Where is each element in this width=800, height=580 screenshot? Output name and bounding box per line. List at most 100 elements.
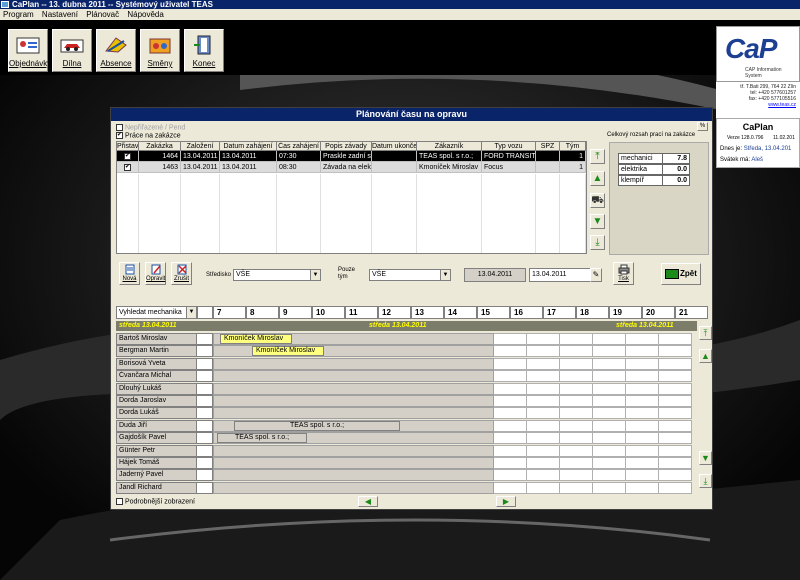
schedule-slot[interactable] (197, 370, 213, 383)
schedule-after-hours[interactable] (494, 457, 692, 469)
col-description[interactable]: Popis závady (321, 142, 372, 150)
schedule-slot[interactable] (197, 432, 213, 445)
table-row[interactable]: ✔ 1464 13.04.2011 13.04.2011 07:30 Prask… (117, 151, 586, 162)
menu-settings[interactable]: Nastavení (39, 9, 81, 20)
scroll-top-button[interactable]: ⤒ (699, 326, 712, 340)
scroll-left-button[interactable]: ◀ (358, 496, 378, 507)
detail-view-checkbox-row[interactable]: Podrobnější zobrazení (116, 498, 195, 505)
schedule-work-hours[interactable] (213, 382, 494, 395)
mechanic-row[interactable]: Gajdošík Pavel TEAS spol. s r.o.; (116, 432, 697, 445)
schedule-slot[interactable] (197, 382, 213, 395)
schedule-after-hours[interactable] (494, 382, 692, 395)
cancel-button[interactable]: Zrušit (171, 262, 192, 285)
col-team[interactable]: Tým (560, 142, 586, 150)
unassigned-checkbox[interactable] (116, 124, 123, 131)
back-button[interactable]: Zpět (661, 263, 701, 285)
workshop-button[interactable]: Dílna (52, 29, 92, 72)
schedule-after-hours[interactable] (494, 481, 692, 494)
schedule-slot[interactable] (197, 444, 213, 457)
col-arrived[interactable]: Přistaveno (117, 142, 139, 150)
scheduled-task[interactable]: TEAS spol. s r.o.; (234, 420, 400, 431)
scroll-down-button[interactable]: ▼ (699, 451, 712, 465)
website-link[interactable]: www.teas.cz (716, 102, 796, 108)
mechanic-row[interactable]: Jandl Richard (116, 481, 697, 494)
schedule-slot[interactable] (197, 395, 213, 407)
mechanic-row[interactable]: Bartoš Miroslav Kmoníček Miroslav (116, 333, 697, 345)
mechanic-row[interactable]: Dorda Jaroslav (116, 395, 697, 407)
schedule-slot[interactable] (197, 419, 213, 432)
col-created[interactable]: Založení (181, 142, 220, 150)
schedule-after-hours[interactable] (494, 444, 692, 457)
menu-help[interactable]: Nápověda (124, 9, 166, 20)
mechanic-search-select[interactable]: Vyhledat mechanika ▼ (116, 306, 197, 319)
move-bottom-button[interactable]: ⤓ (590, 235, 605, 250)
scheduled-task[interactable]: Kmoníček Miroslav (220, 334, 292, 344)
schedule-after-hours[interactable] (494, 407, 692, 420)
menu-planner[interactable]: Plánovač (83, 9, 122, 20)
schedule-after-hours[interactable] (494, 419, 692, 432)
mechanic-row[interactable]: Hájek Tomáš (116, 457, 697, 469)
scheduled-task[interactable]: TEAS spol. s r.o.; (217, 433, 307, 444)
schedule-work-hours[interactable] (213, 357, 494, 370)
mechanic-row[interactable]: Günter Petr (116, 444, 697, 457)
schedule-work-hours[interactable] (213, 407, 494, 420)
mechanic-row[interactable]: Dorda Lukáš (116, 407, 697, 420)
schedule-slot[interactable] (197, 469, 213, 482)
table-row[interactable]: ✔ 1463 13.04.2011 13.04.2011 08:30 Závad… (117, 162, 586, 173)
col-vehicle-type[interactable]: Typ vozu (482, 142, 536, 150)
vehicle-button[interactable]: ⛟ (590, 193, 605, 208)
schedule-work-hours[interactable] (213, 469, 494, 482)
schedule-work-hours[interactable] (213, 457, 494, 469)
schedule-after-hours[interactable] (494, 357, 692, 370)
orders-checkbox[interactable]: ✔ (116, 132, 123, 139)
absence-button[interactable]: Absence (96, 29, 136, 72)
schedule-after-hours[interactable] (494, 345, 692, 358)
move-down-button[interactable]: ▼ (590, 214, 605, 229)
schedule-slot[interactable] (197, 357, 213, 370)
shifts-button[interactable]: Směny (140, 29, 180, 72)
schedule-after-hours[interactable] (494, 469, 692, 482)
schedule-slot[interactable] (197, 345, 213, 358)
schedule-vertical-scroll[interactable]: ⤒ ▲ ▼ ⤓ (699, 306, 712, 494)
col-order[interactable]: Zakázka (139, 142, 181, 150)
mechanic-row[interactable]: Borisová Yveta (116, 357, 697, 370)
mechanic-row[interactable]: Dlouhý Lukáš (116, 382, 697, 395)
schedule-work-hours[interactable] (213, 481, 494, 494)
row-checkbox[interactable]: ✔ (117, 162, 139, 172)
scroll-bottom-button[interactable]: ⤓ (699, 474, 712, 488)
mechanic-row[interactable]: Jaderný Pavel (116, 469, 697, 482)
pencil-icon[interactable]: ✎ (590, 268, 602, 282)
col-plate[interactable]: SPZ (536, 142, 560, 150)
schedule-after-hours[interactable] (494, 370, 692, 383)
unassigned-checkbox-row[interactable]: Nepřiřazené / Pend (116, 124, 185, 131)
schedule-after-hours[interactable] (494, 395, 692, 407)
col-customer[interactable]: Zákazník (417, 142, 482, 150)
print-button[interactable]: Tisk (613, 262, 634, 285)
col-start-date[interactable]: Datum zahájení (220, 142, 277, 150)
row-checkbox[interactable]: ✔ (117, 151, 139, 161)
scroll-up-button[interactable]: ▲ (699, 349, 712, 363)
center-select[interactable]: VŠE ▼ (233, 269, 321, 281)
edit-button[interactable]: Opravit (145, 262, 166, 285)
team-select[interactable]: VŠE ▼ (369, 269, 451, 281)
new-button[interactable]: Nová (119, 262, 140, 285)
schedule-work-hours[interactable] (213, 370, 494, 383)
move-top-button[interactable]: ⤒ (590, 149, 605, 164)
schedule-after-hours[interactable] (494, 432, 692, 445)
mechanic-row[interactable]: Čvančara Michal (116, 370, 697, 383)
col-start-time[interactable]: Čas zahájení (277, 142, 321, 150)
schedule-work-hours[interactable] (213, 395, 494, 407)
schedule-slot[interactable] (197, 407, 213, 420)
scheduled-task[interactable]: Kmoníček Miroslav (252, 346, 324, 357)
date-button[interactable]: 13.04.2011 (464, 268, 526, 282)
schedule-slot[interactable] (197, 457, 213, 469)
orders-button[interactable]: Objednávky (8, 29, 51, 72)
orders-checkbox-row[interactable]: ✔ Práce na zakázce (116, 132, 181, 139)
exit-button[interactable]: Konec (184, 29, 224, 72)
move-up-button[interactable]: ▲ (590, 171, 605, 186)
schedule-slot[interactable] (197, 481, 213, 494)
col-end-date[interactable]: Datum ukončení (372, 142, 417, 150)
mechanic-row[interactable]: Duda Jiří TEAS spol. s r.o.; (116, 419, 697, 432)
menu-program[interactable]: Program (0, 9, 37, 20)
percent-button[interactable]: % (697, 122, 708, 131)
